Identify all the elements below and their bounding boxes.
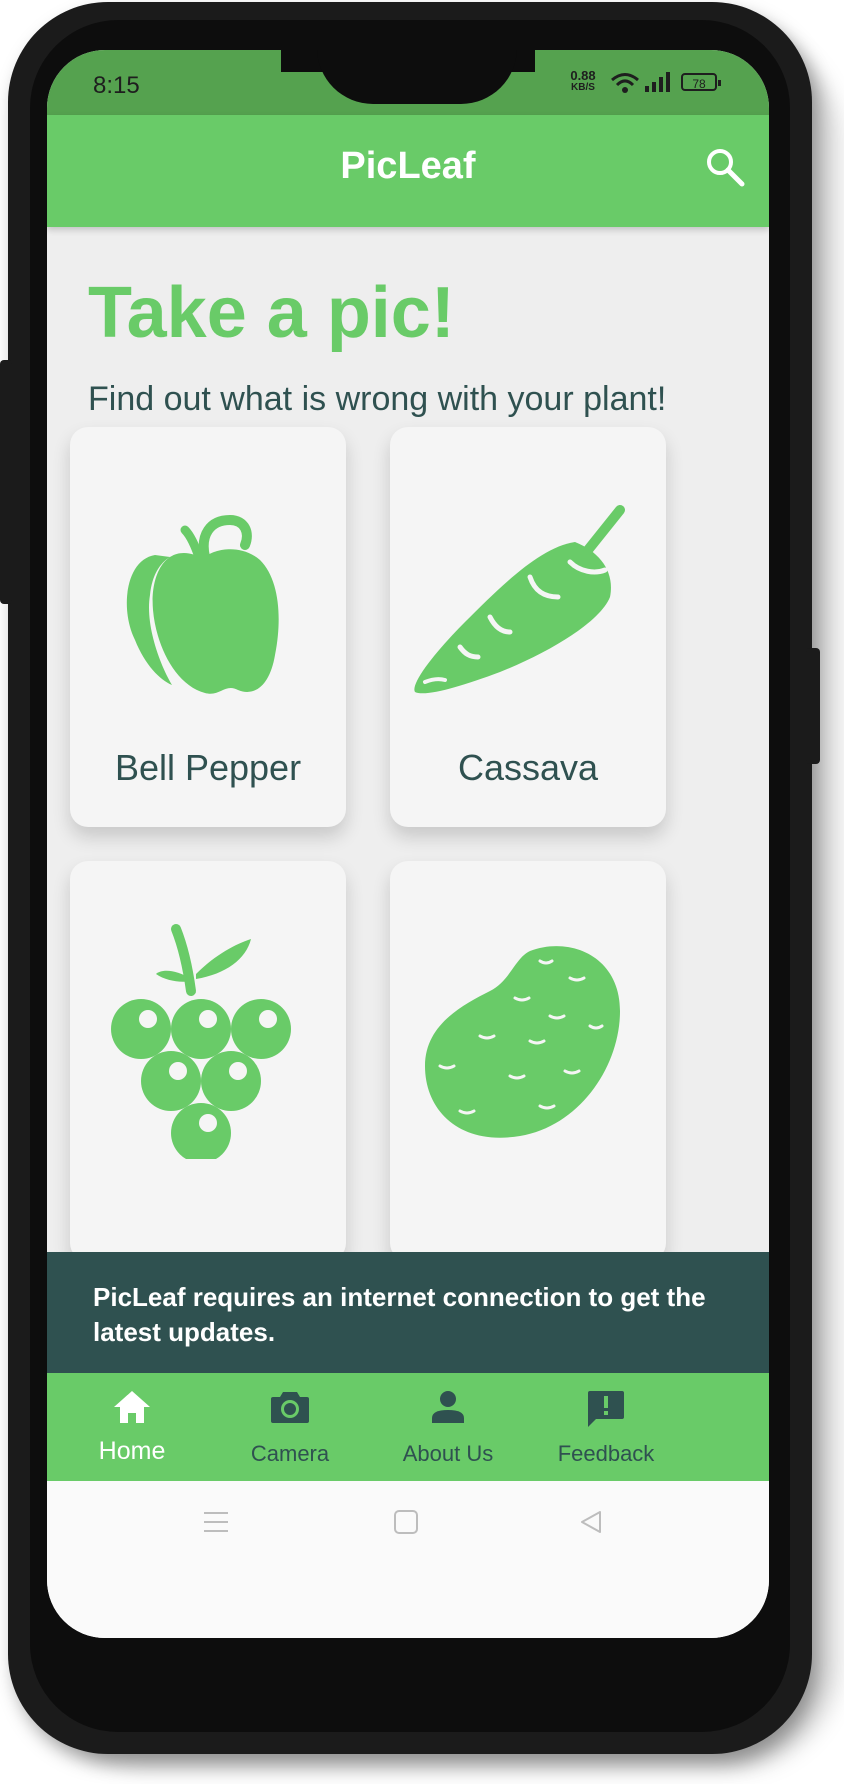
plant-card-label: Bell Pepper (114, 747, 302, 788)
plant-card-cassava[interactable]: Cassava (390, 427, 666, 827)
camera-icon (271, 1392, 309, 1423)
search-icon[interactable] (705, 147, 745, 187)
battery-indicator: 78 (681, 73, 721, 91)
connection-snackbar: PicLeaf requires an internet connection … (47, 1252, 769, 1373)
grape-icon (111, 924, 291, 1159)
page-headline: Take a pic! (88, 273, 455, 353)
signal-icon (645, 72, 670, 92)
volume-button (0, 360, 12, 604)
feedback-icon (588, 1391, 624, 1427)
plant-card-potato[interactable] (390, 861, 666, 1261)
menu-icon[interactable] (202, 1509, 230, 1535)
nav-about-label: About Us (402, 1441, 494, 1466)
page-subheadline: Find out what is wrong with your plant! (88, 380, 667, 418)
network-speed: 0.88 KB/S (570, 68, 596, 93)
app-title: PicLeaf (340, 145, 476, 187)
nav-about-us[interactable]: About Us (363, 1373, 533, 1481)
plant-card-grape[interactable] (70, 861, 346, 1261)
home-square-icon[interactable] (393, 1509, 419, 1535)
nav-feedback-label: Feedback (557, 1441, 655, 1466)
camera-notch (317, 50, 517, 104)
snackbar-message: PicLeaf requires an internet connection … (93, 1282, 706, 1347)
nav-camera[interactable]: Camera (205, 1373, 375, 1481)
nav-home[interactable]: Home (47, 1373, 217, 1481)
status-time: 8:15 (93, 72, 140, 99)
bell-pepper-icon (126, 515, 279, 694)
plant-card-bell-pepper[interactable]: Bell Pepper (70, 427, 346, 827)
plant-card-label: Cassava (457, 747, 599, 788)
nav-home-label: Home (98, 1437, 166, 1465)
nav-feedback[interactable]: Feedback (521, 1373, 691, 1481)
app-screen: 8:15 0.88 KB/S 78 PicLeaf Take a pic! Fi… (47, 50, 769, 1638)
system-navigation-bar (47, 1481, 769, 1638)
bottom-navigation: Home Camera About Us Feedback (47, 1373, 769, 1481)
person-icon (432, 1391, 464, 1423)
app-bar: PicLeaf (47, 115, 769, 227)
power-button (806, 648, 820, 764)
nav-camera-label: Camera (250, 1441, 330, 1466)
cassava-icon (414, 505, 625, 694)
potato-icon (425, 946, 620, 1138)
wifi-icon (611, 73, 639, 93)
back-triangle-icon[interactable] (578, 1509, 604, 1535)
status-bar: 8:15 0.88 KB/S 78 (47, 50, 769, 115)
home-icon (114, 1391, 150, 1423)
